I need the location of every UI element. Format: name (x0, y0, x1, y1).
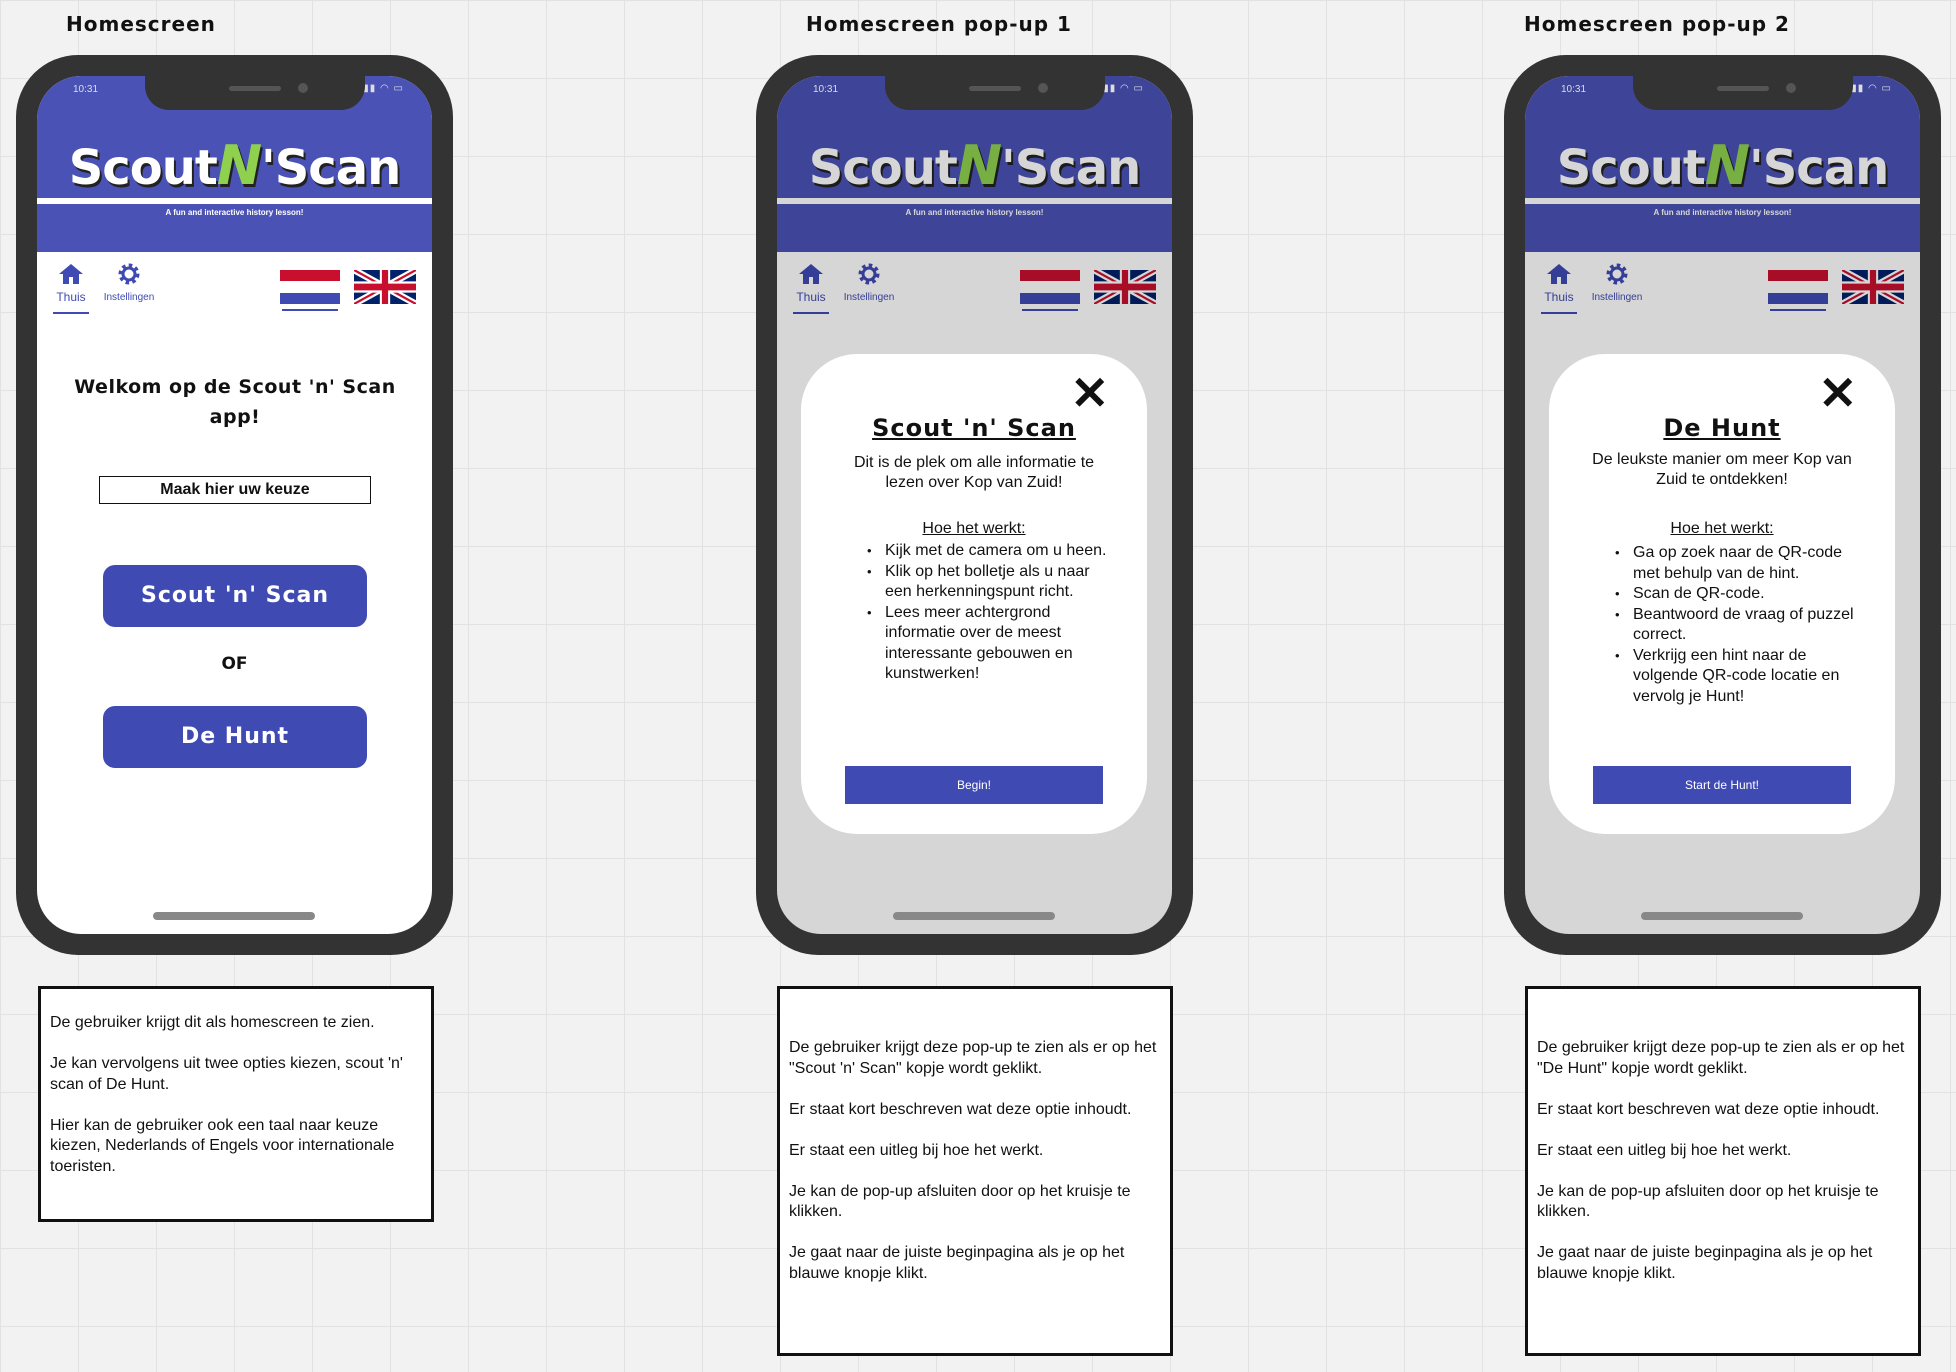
popup-title: Scout 'n' Scan (872, 414, 1076, 442)
description-box-popup-1: De gebruiker krijgt deze pop-up te zien … (777, 986, 1173, 1356)
description-paragraph: De gebruiker krijgt deze pop-up te zien … (789, 1039, 1157, 1077)
nav-tab-home[interactable]: Thuis (53, 262, 89, 314)
app-tagline: A fun and interactive history lesson! (165, 208, 304, 217)
phone-screen: 10:31 ▮▮ ◠ ▭ ScoutN'Scan A fun and inter… (1525, 76, 1920, 934)
description-paragraph: Je gaat naar de juiste beginpagina als j… (789, 1244, 1125, 1282)
de-hunt-button[interactable]: De Hunt (103, 706, 367, 768)
description-paragraph: Je kan vervolgens uit twee opties kiezen… (50, 1055, 403, 1093)
phone-screen: 10:31 ▮▮ ◠ ▭ ScoutN'Scan A fun and inter… (777, 76, 1172, 934)
phone-homescreen: 10:31 ▮▮ ◠ ▭ ScoutN'Scan A fun and inter… (16, 55, 453, 955)
popup-steps: Ga op zoek naar de QR-code met behulp va… (1615, 543, 1855, 708)
phone-notch (145, 76, 365, 110)
status-icons: ▮▮ ◠ ▭ (1103, 83, 1144, 94)
frame-title-popup-2: Homescreen pop-up 2 (1524, 12, 1790, 36)
description-box-homescreen: De gebruiker krijgt dit als homescreen t… (38, 986, 434, 1222)
frame-title-popup-1: Homescreen pop-up 1 (806, 12, 1072, 36)
popup-how-label: Hoe het werkt: (1670, 520, 1774, 537)
status-icons: ▮▮ ◠ ▭ (1851, 83, 1892, 94)
list-item: Beantwoord de vraag of puzzel correct. (1615, 605, 1855, 646)
close-icon[interactable]: ✕ (1070, 370, 1109, 416)
description-paragraph: Hier kan de gebruiker ook een taal naar … (50, 1116, 395, 1175)
start-hunt-button[interactable]: Start de Hunt! (1593, 766, 1851, 804)
description-paragraph: Je kan de pop-up afsluiten door op het k… (789, 1182, 1131, 1221)
list-item: Scan de QR-code. (1615, 584, 1855, 605)
list-item: Klik op het bolletje als u naar een herk… (867, 562, 1115, 603)
phone-notch (885, 76, 1105, 110)
popup-steps: Kijk met de camera om u heen. Klik op he… (867, 541, 1115, 685)
app-logo: ScoutN'Scan (68, 134, 402, 197)
status-time: 10:31 (1561, 84, 1587, 95)
list-item: Ga op zoek naar de QR-code met behulp va… (1615, 543, 1855, 584)
phone-popup-1: 10:31 ▮▮ ◠ ▭ ScoutN'Scan A fun and inter… (756, 55, 1193, 955)
nav-tab-settings[interactable]: Instellingen (99, 262, 159, 303)
home-indicator[interactable] (153, 912, 315, 920)
popup-de-hunt: ✕ De Hunt De leukste manier om meer Kop … (1549, 354, 1895, 834)
description-paragraph: Er staat kort beschreven wat deze optie … (1537, 1100, 1880, 1118)
choice-prompt: Maak hier uw keuze (99, 476, 371, 504)
popup-intro: De leukste manier om meer Kop van Zuid t… (1592, 451, 1852, 488)
status-icons: ▮▮ ◠ ▭ (363, 83, 404, 94)
description-paragraph: Er staat een uitleg bij hoe het werkt. (1537, 1141, 1792, 1159)
phone-screen: 10:31 ▮▮ ◠ ▭ ScoutN'Scan A fun and inter… (37, 76, 432, 934)
list-item: Lees meer achtergrond informatie over de… (867, 603, 1115, 685)
popup-title: De Hunt (1663, 414, 1781, 442)
list-item: Verkrijg een hint naar de volgende QR-co… (1615, 646, 1855, 708)
phone-notch (1633, 76, 1853, 110)
description-paragraph: De gebruiker krijgt deze pop-up te zien … (1537, 1039, 1905, 1077)
description-paragraph: Je kan de pop-up afsluiten door op het k… (1537, 1182, 1879, 1221)
status-time: 10:31 (813, 84, 839, 95)
status-time: 10:31 (73, 84, 99, 95)
popup-intro: Dit is de plek om alle informatie te lez… (853, 454, 1095, 491)
popup-scout-n-scan: ✕ Scout 'n' Scan Dit is de plek om alle … (801, 354, 1147, 834)
description-paragraph: Er staat een uitleg bij hoe het werkt. (789, 1141, 1044, 1159)
uk-flag-icon[interactable] (354, 270, 416, 304)
popup-how-label: Hoe het werkt: (922, 520, 1026, 537)
or-label: OF (221, 654, 248, 674)
nav-settings-label: Instellingen (103, 292, 155, 303)
description-paragraph: Je gaat naar de juiste beginpagina als j… (1537, 1244, 1873, 1282)
home-indicator[interactable] (1641, 912, 1803, 920)
frame-title-homescreen: Homescreen (66, 12, 216, 36)
close-icon[interactable]: ✕ (1818, 370, 1857, 416)
welcome-heading: Welkom op de Scout 'n' Scan app! (74, 376, 396, 428)
description-box-popup-2: De gebruiker krijgt deze pop-up te zien … (1525, 986, 1921, 1356)
home-icon (59, 264, 83, 284)
list-item: Kijk met de camera om u heen. (867, 541, 1115, 562)
description-paragraph: Er staat kort beschreven wat deze optie … (789, 1100, 1132, 1118)
nav-home-label: Thuis (56, 290, 86, 304)
scout-n-scan-button[interactable]: Scout 'n' Scan (103, 565, 367, 627)
begin-button[interactable]: Begin! (845, 766, 1103, 804)
gear-icon (118, 263, 140, 285)
phone-popup-2: 10:31 ▮▮ ◠ ▭ ScoutN'Scan A fun and inter… (1504, 55, 1941, 955)
netherlands-flag-icon[interactable] (280, 270, 340, 304)
home-indicator[interactable] (893, 912, 1055, 920)
description-paragraph: De gebruiker krijgt dit als homescreen t… (50, 1014, 375, 1031)
